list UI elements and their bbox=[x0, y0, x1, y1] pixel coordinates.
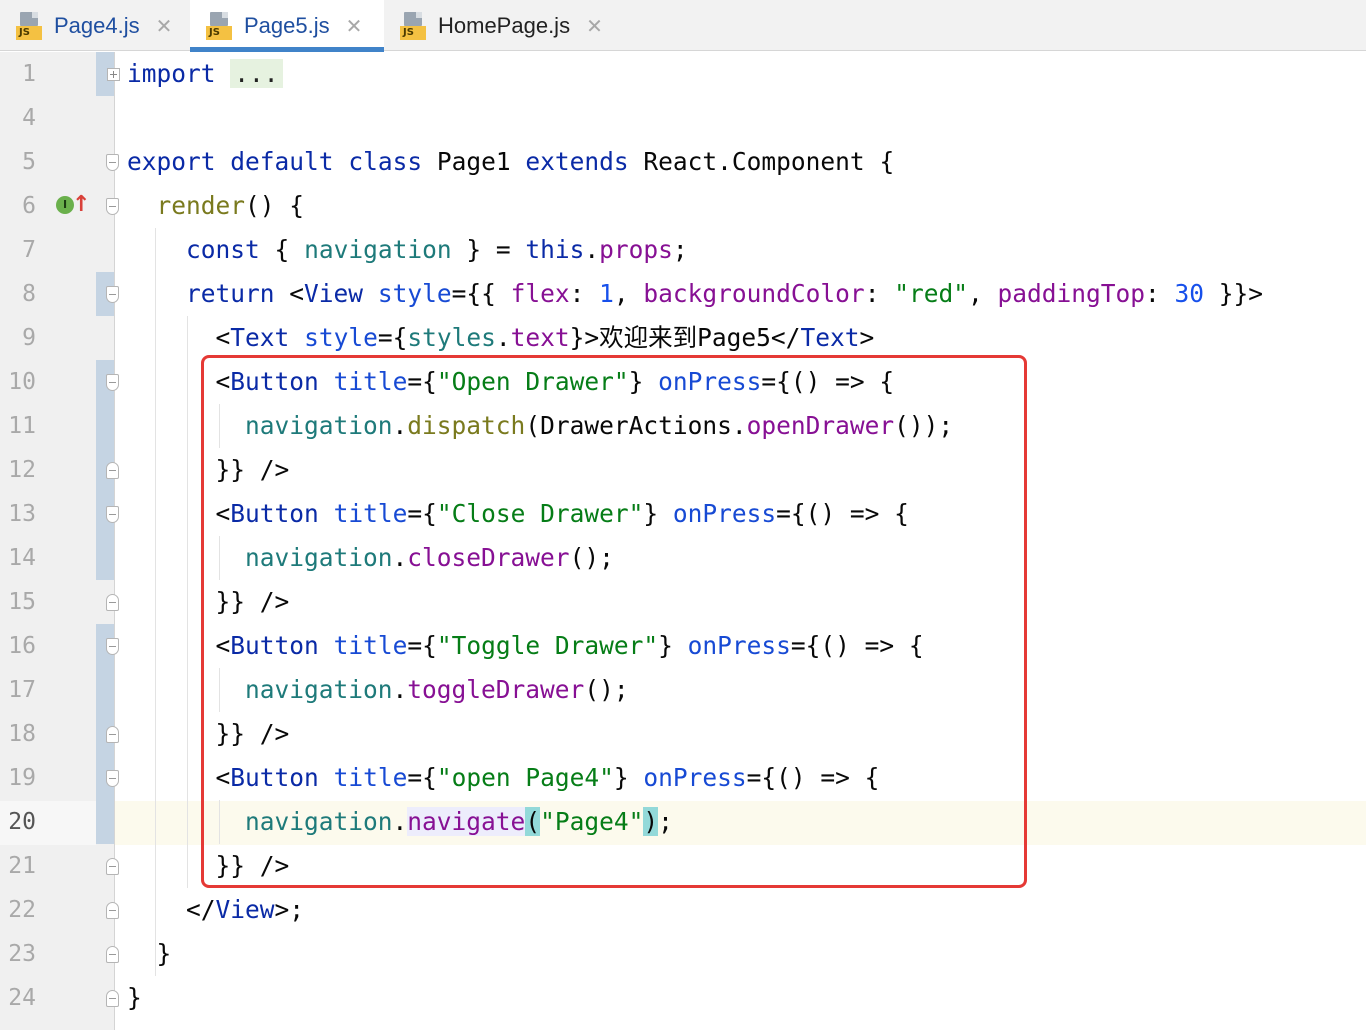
line-number: 15 bbox=[8, 589, 36, 615]
tab-page4[interactable]: JS Page4.js ✕ bbox=[0, 0, 190, 51]
fold-collapse-icon[interactable] bbox=[106, 638, 119, 655]
code-line: }} /> bbox=[215, 587, 290, 616]
line-number: 19 bbox=[8, 765, 36, 791]
fold-end-icon[interactable] bbox=[106, 594, 119, 611]
code-line: navigation.toggleDrawer(); bbox=[245, 675, 629, 704]
fold-end-icon[interactable] bbox=[106, 946, 119, 963]
tab-page5[interactable]: JS Page5.js ✕ bbox=[190, 0, 384, 52]
brace-match-highlight: ) bbox=[643, 807, 659, 836]
fold-collapse-icon[interactable] bbox=[106, 770, 119, 787]
code-line: return <View style={{ flex: 1, backgroun… bbox=[186, 279, 1264, 308]
code-line: } bbox=[127, 983, 142, 1012]
fold-end-icon[interactable] bbox=[106, 462, 119, 479]
fold-end-icon[interactable] bbox=[106, 990, 119, 1007]
line-number: 7 bbox=[22, 237, 36, 263]
code-line: export default class Page1 extends React… bbox=[127, 147, 895, 176]
fold-collapse-icon[interactable] bbox=[106, 154, 119, 171]
line-number: 9 bbox=[22, 325, 36, 351]
code-line: render() { bbox=[156, 191, 305, 220]
code-editor[interactable]: 1 4 5 6 7 8 9 10 11 12 13 14 15 16 17 18… bbox=[0, 52, 1366, 1030]
js-file-icon: JS bbox=[206, 11, 232, 40]
code-line: <Button title={"Toggle Drawer"} onPress=… bbox=[215, 631, 924, 660]
brace-match-highlight: ( bbox=[525, 807, 541, 836]
editor-tab-bar: JS Page4.js ✕ JS Page5.js ✕ JS HomePage.… bbox=[0, 0, 1366, 52]
line-number: 1 bbox=[22, 61, 36, 87]
line-number: 22 bbox=[8, 897, 36, 923]
tab-label: HomePage.js bbox=[438, 12, 571, 38]
code-line: const { navigation } = this.props; bbox=[186, 235, 688, 264]
code-line: <Button title={"Close Drawer"} onPress={… bbox=[215, 499, 909, 528]
line-number: 18 bbox=[8, 721, 36, 747]
code-line: </View>; bbox=[186, 895, 305, 924]
fold-end-icon[interactable] bbox=[106, 858, 119, 875]
code-line: navigation.dispatch(DrawerActions.openDr… bbox=[245, 411, 954, 440]
tab-label: Page4.js bbox=[54, 12, 140, 38]
code-line: <Button title={"Open Drawer"} onPress={(… bbox=[215, 367, 895, 396]
line-number: 10 bbox=[8, 369, 36, 395]
code-line: <Button title={"open Page4"} onPress={()… bbox=[215, 763, 880, 792]
line-number: 17 bbox=[8, 677, 36, 703]
fold-collapse-icon[interactable] bbox=[106, 198, 119, 215]
js-file-icon: JS bbox=[400, 11, 426, 40]
tab-homepage[interactable]: JS HomePage.js ✕ bbox=[384, 0, 624, 51]
fold-end-icon[interactable] bbox=[106, 902, 119, 919]
code-line: }} /> bbox=[215, 719, 290, 748]
override-arrow-icon[interactable]: ↑ bbox=[72, 192, 90, 218]
code-line: import ... bbox=[127, 52, 283, 96]
code-line: }} /> bbox=[215, 851, 290, 880]
line-number: 13 bbox=[8, 501, 36, 527]
fold-collapse-icon[interactable] bbox=[106, 374, 119, 391]
folded-region[interactable]: ... bbox=[230, 59, 283, 88]
line-number: 14 bbox=[8, 545, 36, 571]
close-icon[interactable]: ✕ bbox=[586, 14, 603, 38]
line-number: 21 bbox=[8, 853, 36, 879]
code-line: }} /> bbox=[215, 455, 290, 484]
fold-end-icon[interactable] bbox=[106, 726, 119, 743]
line-number: 4 bbox=[22, 105, 36, 131]
fold-expand-icon[interactable] bbox=[107, 68, 120, 81]
line-number-current: 20 bbox=[8, 809, 36, 835]
line-number: 6 bbox=[22, 193, 36, 219]
line-number: 11 bbox=[8, 413, 36, 439]
line-number: 12 bbox=[8, 457, 36, 483]
close-icon[interactable]: ✕ bbox=[346, 14, 363, 38]
fold-collapse-icon[interactable] bbox=[106, 286, 119, 303]
js-file-icon: JS bbox=[16, 11, 42, 40]
tab-label: Page5.js bbox=[244, 12, 330, 38]
fold-collapse-icon[interactable] bbox=[106, 506, 119, 523]
code-line-current[interactable]: navigation.navigate("Page4"); bbox=[127, 800, 673, 844]
line-number: 23 bbox=[8, 941, 36, 967]
code-line: <Text style={styles.text}>欢迎来到Page5</Tex… bbox=[215, 323, 875, 352]
code-line: } bbox=[156, 939, 172, 968]
line-number: 5 bbox=[22, 149, 36, 175]
line-number: 8 bbox=[22, 281, 36, 307]
line-number: 16 bbox=[8, 633, 36, 659]
code-line: navigation.closeDrawer(); bbox=[245, 543, 614, 572]
close-icon[interactable]: ✕ bbox=[156, 14, 173, 38]
line-number: 24 bbox=[8, 985, 36, 1011]
identifier-highlight: navigate bbox=[407, 807, 526, 836]
